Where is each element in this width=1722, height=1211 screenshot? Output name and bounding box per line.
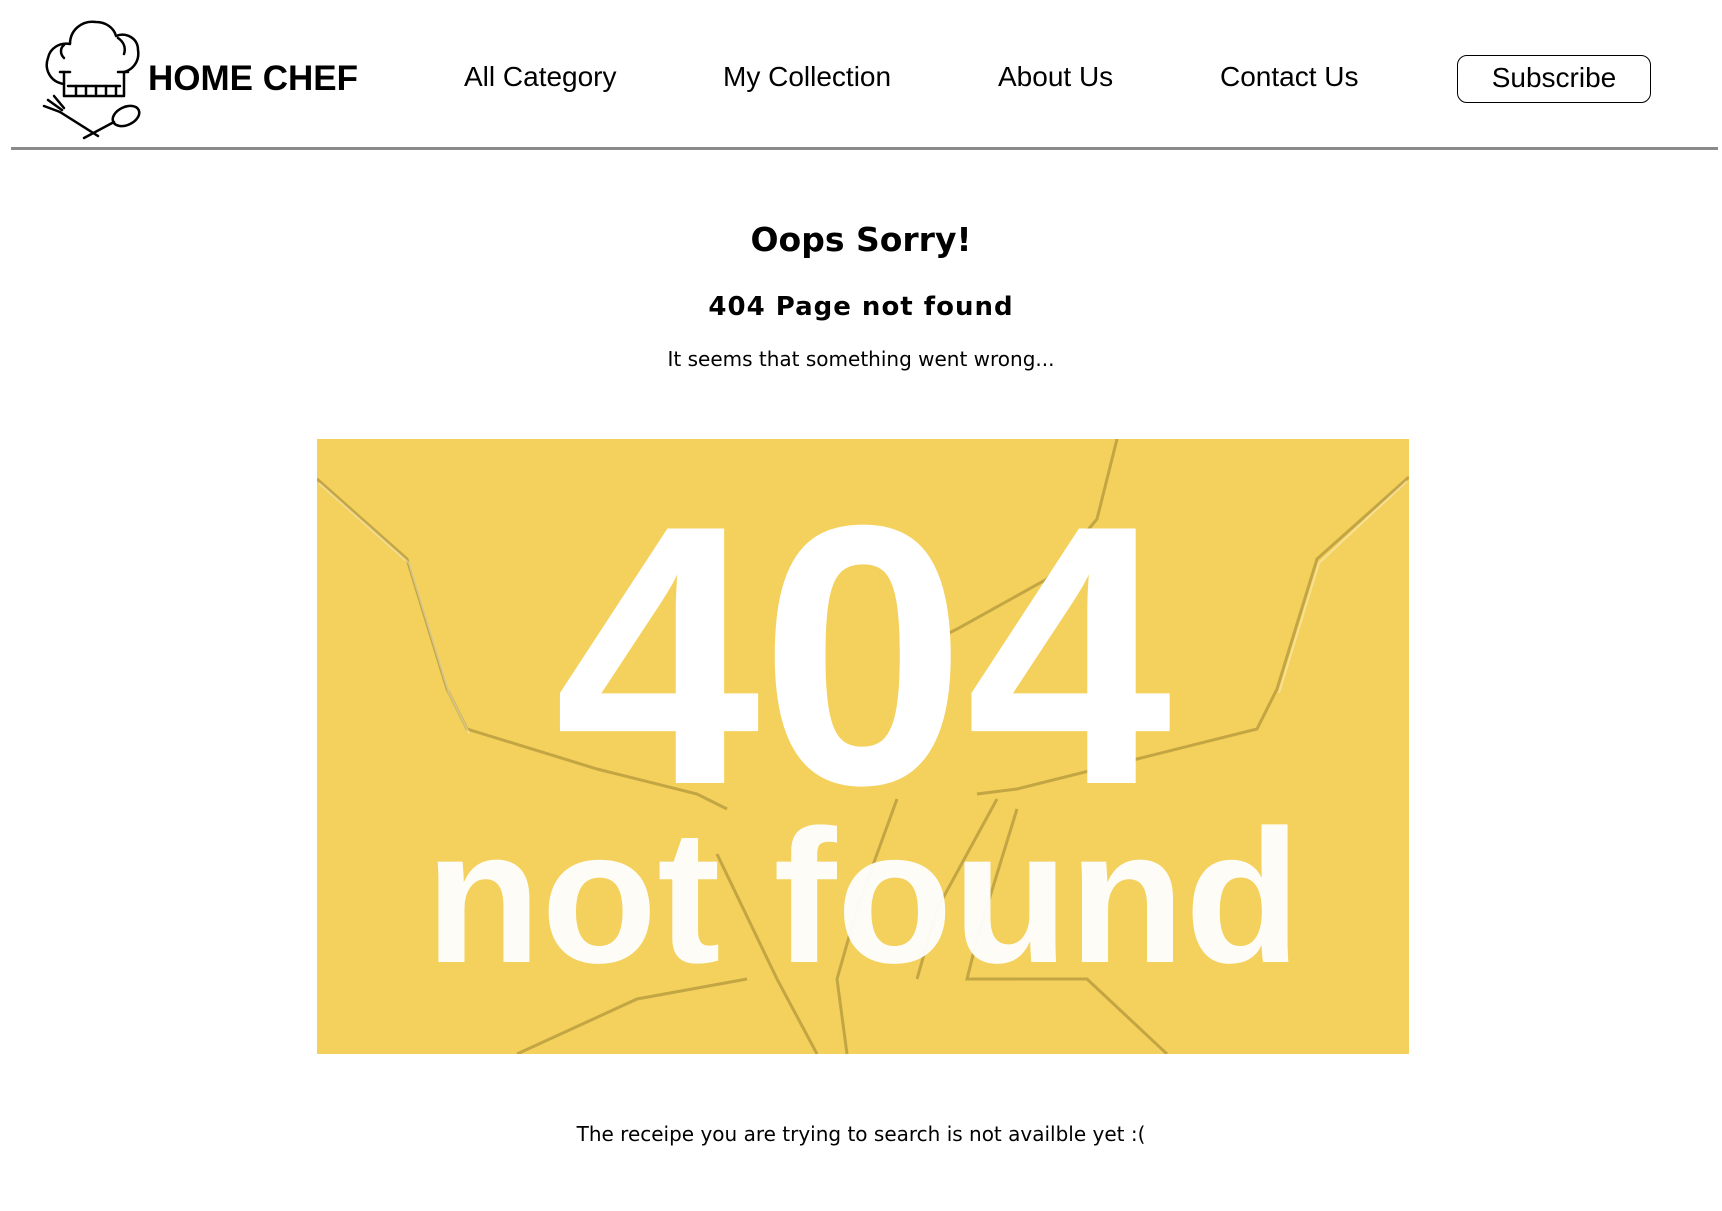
- not-found-illustration: 404 not found: [317, 439, 1409, 1054]
- nav-all-category[interactable]: All Category: [464, 60, 617, 94]
- nav-about-us[interactable]: About Us: [998, 60, 1113, 94]
- brand-name[interactable]: HOME CHEF: [148, 58, 358, 100]
- not-found-banner: 404 not found: [317, 439, 1409, 1054]
- error-description: It seems that something went wrong...: [667, 347, 1055, 371]
- nav-my-collection[interactable]: My Collection: [723, 60, 891, 94]
- page-title: Oops Sorry!: [750, 220, 972, 259]
- recipe-unavailable-note: The receipe you are trying to search is …: [576, 1122, 1146, 1146]
- chef-hat-logo-icon[interactable]: [40, 14, 148, 142]
- nav-contact-us[interactable]: Contact Us: [1220, 60, 1359, 94]
- header-divider: [11, 147, 1718, 150]
- error-subtitle: 404 Page not found: [708, 292, 1014, 322]
- site-header: HOME CHEF All Category My Collection Abo…: [0, 0, 1722, 150]
- banner-caption-text: not found: [425, 791, 1301, 1003]
- subscribe-button[interactable]: Subscribe: [1457, 55, 1651, 103]
